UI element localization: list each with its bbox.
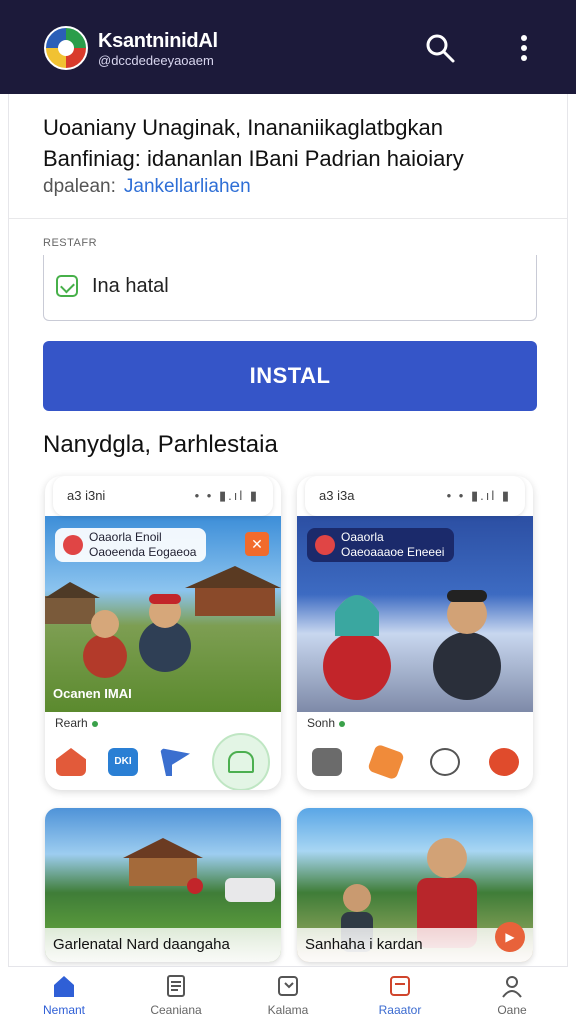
- photo-label: Ocanen IMAI: [53, 686, 132, 701]
- bell-icon[interactable]: [212, 733, 270, 790]
- nav-item-documents[interactable]: Ceaniana: [120, 967, 232, 1024]
- divider: [9, 218, 567, 219]
- overlay-chip[interactable]: Oaaorla Enoil Oaoeenda Eogaeoa: [55, 528, 207, 562]
- text-field[interactable]: Ina hatal: [43, 255, 537, 321]
- flag-icon[interactable]: [160, 748, 190, 776]
- post-card[interactable]: a3 i3a • • ▮.ıl ▮ Oaaorla Oaeoaaaoe Enee…: [297, 476, 533, 790]
- profile-icon: [502, 976, 522, 998]
- page-subline: dpalean: Jankellarliahen: [43, 176, 251, 198]
- smile-icon[interactable]: [429, 748, 460, 776]
- top-app-bar: KsantninidAl @dccdedeeyaoaem: [0, 0, 576, 94]
- install-button[interactable]: INSTAL: [43, 341, 537, 411]
- post-card[interactable]: a3 i3ni • • ▮.ıl ▮ Oaaorla Enoil Oaoeend…: [45, 476, 281, 790]
- card-status-bar: a3 i3ni • • ▮.ıl ▮: [53, 476, 273, 516]
- photo-caption: Garlenatal Nard daangaha: [45, 928, 281, 962]
- photo-card[interactable]: Sanhaha i kardan ▶: [297, 808, 533, 962]
- app-brand-name: KsantninidAl: [98, 30, 218, 52]
- subline-link[interactable]: Jankellarliahen: [124, 176, 251, 197]
- card-icon-row: DKI: [45, 733, 281, 790]
- card-time: a3 i3a: [319, 488, 355, 503]
- app-logo-icon: [44, 26, 88, 70]
- section-title: Nanydgla, Parhlestaia: [43, 431, 278, 458]
- card-icon-row: [297, 734, 533, 790]
- card-status-icons: • • ▮.ıl ▮: [446, 488, 511, 503]
- chat-icon[interactable]: DKI: [108, 748, 138, 776]
- search-icon[interactable]: [424, 32, 456, 64]
- nav-item-home[interactable]: Nemant: [8, 967, 120, 1024]
- nav-item-calendar[interactable]: Kalama: [232, 967, 344, 1024]
- nav-label: Kalama: [267, 1003, 309, 1017]
- nav-label: Oane: [497, 1003, 527, 1017]
- house-icon[interactable]: [56, 748, 86, 776]
- page-headline: Uoaniany Unaginak, Inananiikaglatbgkan B…: [43, 115, 464, 171]
- app-handle: @dccdedeeyaoaem: [98, 53, 214, 68]
- subline-prefix: dpalean:: [43, 176, 116, 197]
- main-content: Uoaniany Unaginak, Inananiikaglatbgkan B…: [8, 94, 568, 966]
- report-icon: [390, 976, 410, 996]
- overlay-chip[interactable]: Oaaorla Oaeoaaaoe Eneeei: [307, 528, 455, 562]
- card-status-icons: • • ▮.ıl ▮: [194, 488, 259, 503]
- document-icon: [167, 975, 185, 997]
- brush-icon[interactable]: [366, 743, 405, 781]
- nav-label: Raaator: [378, 1003, 422, 1017]
- record-icon: [63, 535, 83, 555]
- close-icon[interactable]: ✕: [245, 532, 269, 556]
- checkbox-icon[interactable]: [56, 275, 78, 297]
- field-label: RESTAFR: [43, 237, 98, 249]
- calendar-icon: [278, 976, 298, 996]
- radio-icon[interactable]: [311, 748, 342, 776]
- chat-bubble-icon[interactable]: [488, 748, 519, 776]
- nav-label: Ceaniana: [150, 1003, 202, 1017]
- field-value: Ina hatal: [92, 275, 169, 297]
- home-icon: [54, 976, 74, 997]
- nav-item-report[interactable]: Raaator: [344, 967, 456, 1024]
- card-time: a3 i3ni: [67, 488, 106, 503]
- overlay-text: Oaaorla Enoil Oaoeenda Eogaeoa: [89, 530, 197, 559]
- card-caption: Rearh: [55, 716, 98, 730]
- card-status-bar: a3 i3a • • ▮.ıl ▮: [305, 476, 525, 516]
- more-vert-icon[interactable]: [512, 32, 536, 64]
- play-icon[interactable]: ▶: [495, 922, 525, 952]
- nav-label: Nemant: [42, 1003, 86, 1017]
- card-caption: Sonh: [307, 716, 345, 730]
- nav-item-profile[interactable]: Oane: [456, 967, 568, 1024]
- overlay-text: Oaaorla Oaeoaaaoe Eneeei: [341, 530, 445, 559]
- photo-card[interactable]: Garlenatal Nard daangaha: [45, 808, 281, 962]
- bottom-navigation: Nemant Ceaniana Kalama Raaator Oane: [8, 966, 568, 1024]
- record-icon: [315, 535, 335, 555]
